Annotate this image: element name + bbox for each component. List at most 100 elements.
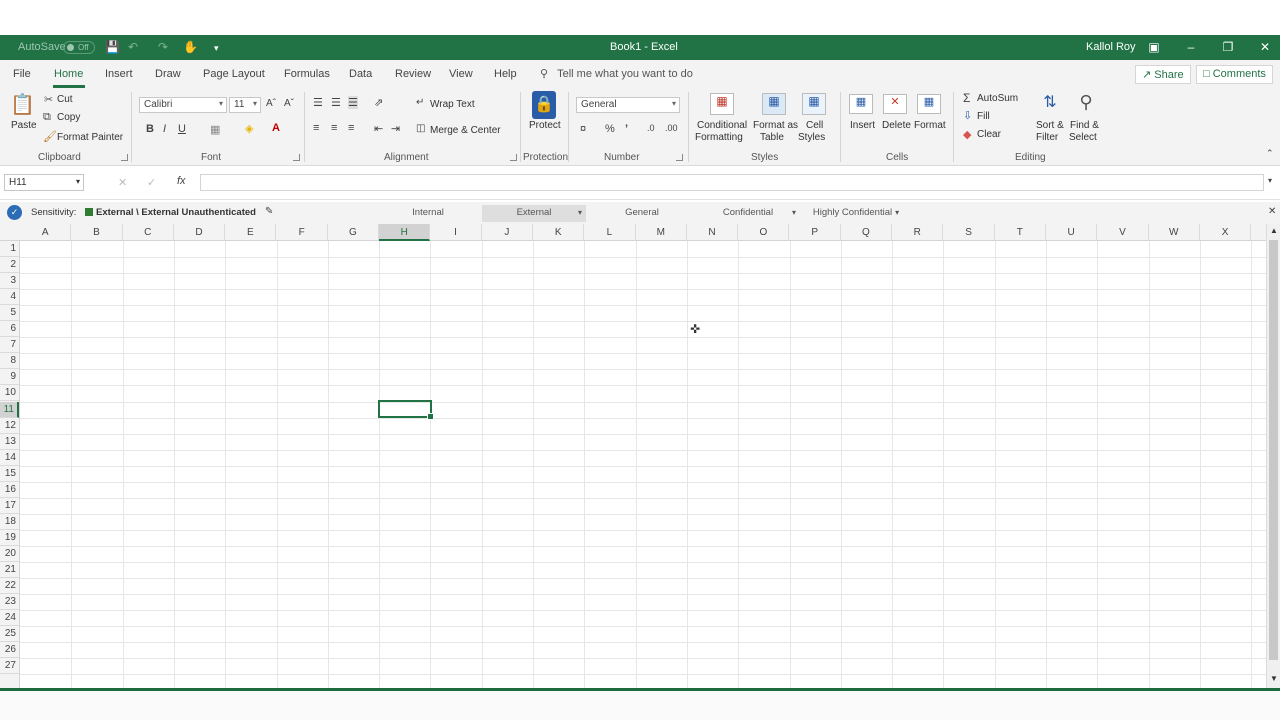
tab-draw[interactable]: Draw	[155, 68, 181, 80]
row-header-27[interactable]: 27	[0, 658, 19, 675]
sort-filter-label-2[interactable]: Filter	[1036, 132, 1058, 143]
align-bottom-icon[interactable]: ☰	[348, 96, 358, 109]
decrease-decimal-icon[interactable]: .00	[665, 123, 678, 133]
redo-icon[interactable]: ↷	[158, 40, 168, 54]
comma-icon[interactable]: ’	[625, 123, 628, 135]
currency-icon[interactable]: ¤	[580, 123, 586, 135]
tab-home[interactable]: Home	[54, 68, 83, 80]
format-cells-button[interactable]: Format	[914, 120, 946, 131]
cut-button[interactable]: Cut	[57, 94, 73, 105]
column-header-j[interactable]: J	[482, 224, 533, 241]
sort-filter-label-1[interactable]: Sort &	[1036, 120, 1064, 131]
row-header-1[interactable]: 1	[0, 241, 19, 258]
borders-icon[interactable]: ▦	[210, 123, 220, 136]
row-header-15[interactable]: 15	[0, 466, 19, 482]
tab-page-layout[interactable]: Page Layout	[203, 68, 265, 80]
bold-icon[interactable]: B	[146, 123, 154, 135]
sensitivity-option-general[interactable]: General	[590, 205, 694, 222]
column-header-k[interactable]: K	[533, 224, 585, 241]
clipboard-launcher-icon[interactable]	[121, 154, 128, 161]
column-header-v[interactable]: V	[1097, 224, 1149, 241]
cell-styles-label-1[interactable]: Cell	[806, 120, 823, 131]
column-header-h[interactable]: H	[379, 224, 431, 241]
column-header-n[interactable]: N	[687, 224, 739, 241]
row-header-3[interactable]: 3	[0, 273, 19, 290]
scroll-thumb[interactable]	[1269, 240, 1278, 660]
row-header-26[interactable]: 26	[0, 642, 19, 659]
column-header-e[interactable]: E	[225, 224, 277, 241]
tab-insert[interactable]: Insert	[105, 68, 133, 80]
conditional-formatting-label-2[interactable]: Formatting	[695, 132, 743, 143]
cancel-icon[interactable]: ✕	[118, 176, 127, 189]
paste-button[interactable]: Paste	[11, 120, 37, 131]
cell-styles-icon[interactable]: ▦	[802, 93, 826, 115]
tab-review[interactable]: Review	[395, 68, 431, 80]
column-header-o[interactable]: O	[738, 224, 790, 241]
column-header-a[interactable]: A	[20, 224, 72, 241]
format-painter-icon[interactable]: 🖌	[43, 130, 57, 143]
conditional-formatting-icon[interactable]: ▦	[710, 93, 734, 115]
row-header-2[interactable]: 2	[0, 257, 19, 274]
insert-cells-icon[interactable]: ▦	[849, 94, 873, 114]
font-size-select[interactable]: 11 ▾	[229, 97, 261, 113]
current-sensitivity[interactable]: External \ External Unauthenticated	[96, 207, 256, 218]
row-header-17[interactable]: 17	[0, 498, 19, 514]
vertical-scrollbar[interactable]: ▲ ▼	[1266, 224, 1280, 688]
column-header-i[interactable]: I	[430, 224, 482, 241]
scroll-down-icon[interactable]: ▼	[1270, 674, 1278, 683]
format-cells-icon[interactable]: ▦	[917, 94, 941, 114]
row-header-8[interactable]: 8	[0, 353, 19, 370]
align-top-icon[interactable]: ☰	[313, 96, 323, 109]
fill-color-icon[interactable]: ◈	[245, 122, 253, 135]
sensitivity-option-highly-confidential[interactable]: Highly Confidential ▾	[804, 205, 908, 222]
row-header-21[interactable]: 21	[0, 562, 19, 579]
column-header-u[interactable]: U	[1046, 224, 1098, 241]
minimize-icon[interactable]: –	[1183, 40, 1199, 54]
column-header-c[interactable]: C	[123, 224, 174, 241]
share-button[interactable]: ↗ Share	[1135, 65, 1191, 84]
alignment-launcher-icon[interactable]	[510, 154, 517, 161]
autosave-toggle[interactable]: Off	[63, 41, 95, 54]
cell-styles-label-2[interactable]: Styles	[798, 132, 825, 143]
tell-me-search[interactable]: ⚲ Tell me what you want to do	[540, 67, 693, 80]
ribbon-display-icon[interactable]: ▣	[1146, 40, 1162, 54]
decrease-indent-icon[interactable]: ⇤	[374, 122, 383, 135]
column-header-l[interactable]: L	[584, 224, 636, 241]
column-header-p[interactable]: P	[790, 224, 841, 241]
insert-cells-button[interactable]: Insert	[850, 120, 875, 131]
row-header-4[interactable]: 4	[0, 289, 19, 306]
customize-qat-icon[interactable]: ▾	[214, 43, 219, 54]
row-header-11[interactable]: 11	[0, 401, 19, 418]
autosum-button[interactable]: AutoSum	[977, 93, 1018, 104]
percent-icon[interactable]: %	[605, 123, 615, 135]
row-header-23[interactable]: 23	[0, 594, 19, 611]
sensitivity-option-confidential[interactable]: Confidential ▾	[696, 205, 800, 222]
find-select-icon[interactable]: ⚲	[1074, 92, 1098, 116]
autosum-icon[interactable]: Σ	[963, 91, 970, 105]
enter-icon[interactable]: ✓	[147, 176, 156, 189]
fill-button[interactable]: Fill	[977, 111, 990, 122]
align-middle-icon[interactable]: ☰	[331, 96, 341, 109]
row-header-12[interactable]: 12	[0, 418, 19, 434]
row-header-25[interactable]: 25	[0, 626, 19, 643]
comments-button[interactable]: □ Comments	[1196, 65, 1273, 84]
column-header-x[interactable]: X	[1200, 224, 1252, 241]
merge-center-icon[interactable]: ◫	[416, 123, 425, 134]
italic-icon[interactable]: I	[163, 123, 166, 135]
column-header-w[interactable]: W	[1149, 224, 1200, 241]
save-icon[interactable]: 💾	[105, 40, 120, 54]
font-color-icon[interactable]: A	[272, 122, 280, 134]
number-launcher-icon[interactable]	[676, 154, 683, 161]
row-header-7[interactable]: 7	[0, 337, 19, 354]
collapse-ribbon-icon[interactable]: ⌃	[1266, 148, 1274, 159]
undo-icon[interactable]: ↶	[128, 40, 138, 54]
wrap-text-button[interactable]: Wrap Text	[430, 99, 475, 110]
formula-input[interactable]	[200, 174, 1264, 191]
row-header-24[interactable]: 24	[0, 610, 19, 627]
increase-font-icon[interactable]: Aˆ	[266, 98, 276, 109]
font-launcher-icon[interactable]	[293, 154, 300, 161]
sensitivity-option-external[interactable]: External ▾	[482, 205, 586, 222]
column-header-b[interactable]: B	[71, 224, 123, 241]
column-header-d[interactable]: D	[174, 224, 226, 241]
column-header-f[interactable]: F	[277, 224, 328, 241]
